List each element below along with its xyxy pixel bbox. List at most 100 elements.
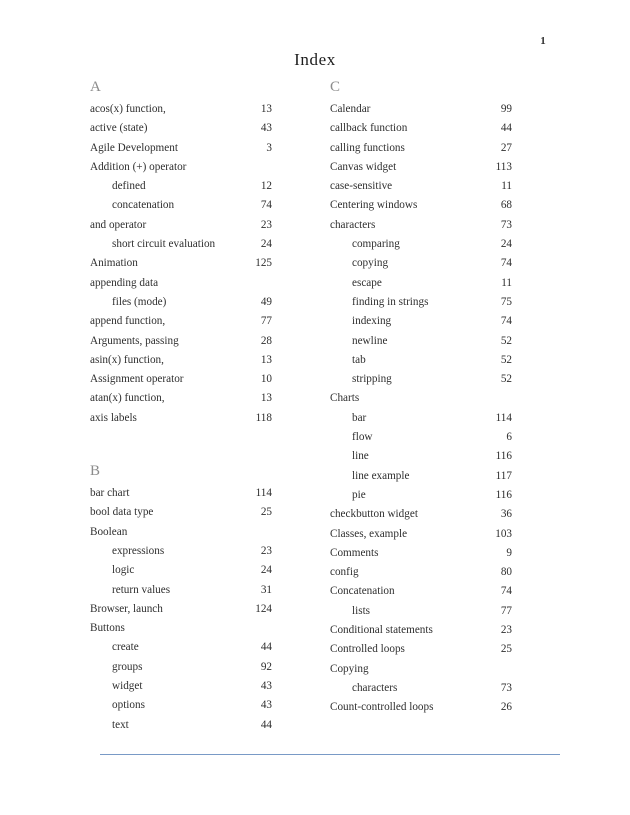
index-entry[interactable]: concatenation 74 <box>90 200 272 219</box>
index-entry-page: 24 <box>260 564 272 577</box>
index-entry-term: appending data <box>90 276 159 289</box>
index-entry[interactable]: indexing 74 <box>330 316 512 335</box>
index-entry-page: 11 <box>501 276 512 289</box>
index-entry-page: 44 <box>260 718 272 731</box>
index-entry[interactable]: Animation 125 <box>90 258 272 277</box>
index-entry[interactable]: pie 116 <box>330 488 512 509</box>
index-entry[interactable]: Conditional statements 23 <box>330 624 512 644</box>
index-entry[interactable]: Copying <box>330 663 512 683</box>
index-entry[interactable]: Count-controlled loops 26 <box>330 701 512 721</box>
index-entry-term: concatenation <box>112 199 175 212</box>
index-entry-page: 74 <box>500 315 512 328</box>
index-entry-term: callback function <box>330 122 408 135</box>
index-entry[interactable]: create 44 <box>90 642 272 661</box>
index-entry[interactable]: copying 74 <box>330 258 512 277</box>
index-entry[interactable]: config 80 <box>330 566 512 586</box>
index-entry[interactable]: bar chart 114 <box>90 487 272 507</box>
index-entry-term: lists <box>352 604 371 617</box>
index-entry[interactable]: flow 6 <box>330 431 512 451</box>
index-entry[interactable]: Canvas widget 113 <box>330 161 512 181</box>
index-entry[interactable]: line example 117 <box>330 470 512 490</box>
index-entry[interactable]: return values 31 <box>90 584 272 604</box>
index-entry-term: characters <box>330 218 376 231</box>
index-entry[interactable]: lists 77 <box>330 604 512 625</box>
index-entry[interactable]: expressions 23 <box>90 544 272 565</box>
index-entry-term: options <box>112 699 145 712</box>
index-entry[interactable]: Buttons <box>90 622 272 642</box>
index-entry[interactable]: append function, 77 <box>90 316 272 335</box>
section-letter-c: C <box>330 79 341 95</box>
index-column-left: Aacos(x) function, 13 active (state) 43 Agil… <box>90 80 272 739</box>
index-entry[interactable]: line 116 <box>330 451 512 470</box>
index-entry[interactable]: Calendar 99 <box>330 103 512 123</box>
index-entry[interactable]: bar 114 <box>330 412 512 432</box>
index-entry[interactable]: finding in strings 75 <box>330 295 512 316</box>
index-entry[interactable]: comparing 24 <box>330 238 512 258</box>
index-entry-page: 74 <box>500 585 512 598</box>
index-entry-term: characters <box>352 681 398 694</box>
index-entry[interactable]: defined 12 <box>90 180 272 200</box>
index-entry[interactable]: Concatenation 74 <box>330 586 512 605</box>
index-entry-term: create <box>112 641 139 654</box>
index-entry[interactable]: short circuit evaluation 24 <box>90 238 272 258</box>
index-entry[interactable]: calling functions 27 <box>330 141 512 162</box>
index-entry-page: 116 <box>495 488 512 501</box>
index-entry[interactable]: logic 24 <box>90 565 272 584</box>
index-entry[interactable]: stripping 52 <box>330 373 512 393</box>
section-letter-a: A <box>90 79 102 95</box>
index-entry[interactable]: atan(x) function, 13 <box>90 393 272 412</box>
footer-rule <box>100 754 560 755</box>
index-entry-page: 77 <box>260 315 272 328</box>
index-entry-page: 27 <box>500 141 512 154</box>
index-entry-page: 99 <box>500 103 512 115</box>
index-entry[interactable]: text 44 <box>90 718 272 739</box>
index-entry[interactable]: Addition (+) operator <box>90 160 272 181</box>
index-entry[interactable]: Controlled loops 25 <box>330 644 512 663</box>
index-entry-term: bool data type <box>90 506 154 519</box>
index-entry[interactable]: escape 11 <box>330 276 512 297</box>
index-entry[interactable]: Classes, example 103 <box>330 528 512 548</box>
index-entry-page: 92 <box>260 660 272 673</box>
index-entry-page: 10 <box>260 373 272 386</box>
index-entry-page: 23 <box>260 544 272 557</box>
index-entry[interactable]: characters 73 <box>330 681 512 702</box>
index-entry[interactable]: acos(x) function, 13 <box>90 103 272 123</box>
index-entry-term: config <box>330 566 359 579</box>
index-entry[interactable]: widget 43 <box>90 680 272 700</box>
index-entry[interactable]: Boolean <box>90 526 272 546</box>
index-entry-page: 3 <box>266 141 272 154</box>
index-entry[interactable]: case-sensitive 11 <box>330 180 512 200</box>
index-entry[interactable]: groups 92 <box>90 660 272 681</box>
index-entry[interactable]: axis labels 118 <box>90 412 272 432</box>
index-entry-term: Addition (+) operator <box>90 160 187 173</box>
index-entry[interactable]: characters 73 <box>330 218 512 239</box>
index-entry-term: Browser, launch <box>90 602 163 615</box>
index-entry[interactable]: Assignment operator 10 <box>90 373 272 393</box>
index-entry-term: Arguments, passing <box>90 334 179 347</box>
index-entry[interactable]: Charts <box>330 393 512 412</box>
index-entry[interactable]: checkbutton widget 36 <box>330 509 512 528</box>
index-entry[interactable]: Comments 9 <box>330 547 512 567</box>
index-entry[interactable]: Centering windows 68 <box>330 200 512 219</box>
index-entry[interactable]: and operator 23 <box>90 219 272 239</box>
index-entry-page: 75 <box>500 295 512 308</box>
index-entry[interactable]: Arguments, passing 28 <box>90 334 272 355</box>
index-entry[interactable]: Browser, launch 124 <box>90 602 272 623</box>
index-entry[interactable]: options 43 <box>90 700 272 719</box>
index-entry[interactable]: appending data <box>90 276 272 297</box>
index-entry[interactable]: files (mode) 49 <box>90 295 272 316</box>
index-entry[interactable]: tab 52 <box>330 354 512 374</box>
index-entry[interactable]: active (state) 43 <box>90 123 272 142</box>
index-entry[interactable]: callback function 44 <box>330 123 512 142</box>
index-entry[interactable]: asin(x) function, 13 <box>90 354 272 374</box>
page-number: 1 <box>540 35 546 47</box>
index-entry-term: Calendar <box>330 103 371 115</box>
index-entry[interactable]: bool data type 25 <box>90 507 272 526</box>
index-entry-page: 74 <box>260 199 272 212</box>
index-entry-page: 12 <box>260 180 272 193</box>
index-entry-term: checkbutton widget <box>330 508 418 521</box>
index-entry-page: 43 <box>260 680 272 693</box>
index-entry[interactable]: newline 52 <box>330 335 512 355</box>
index-entry-page: 49 <box>260 295 272 308</box>
index-entry[interactable]: Agile Development 3 <box>90 141 272 162</box>
